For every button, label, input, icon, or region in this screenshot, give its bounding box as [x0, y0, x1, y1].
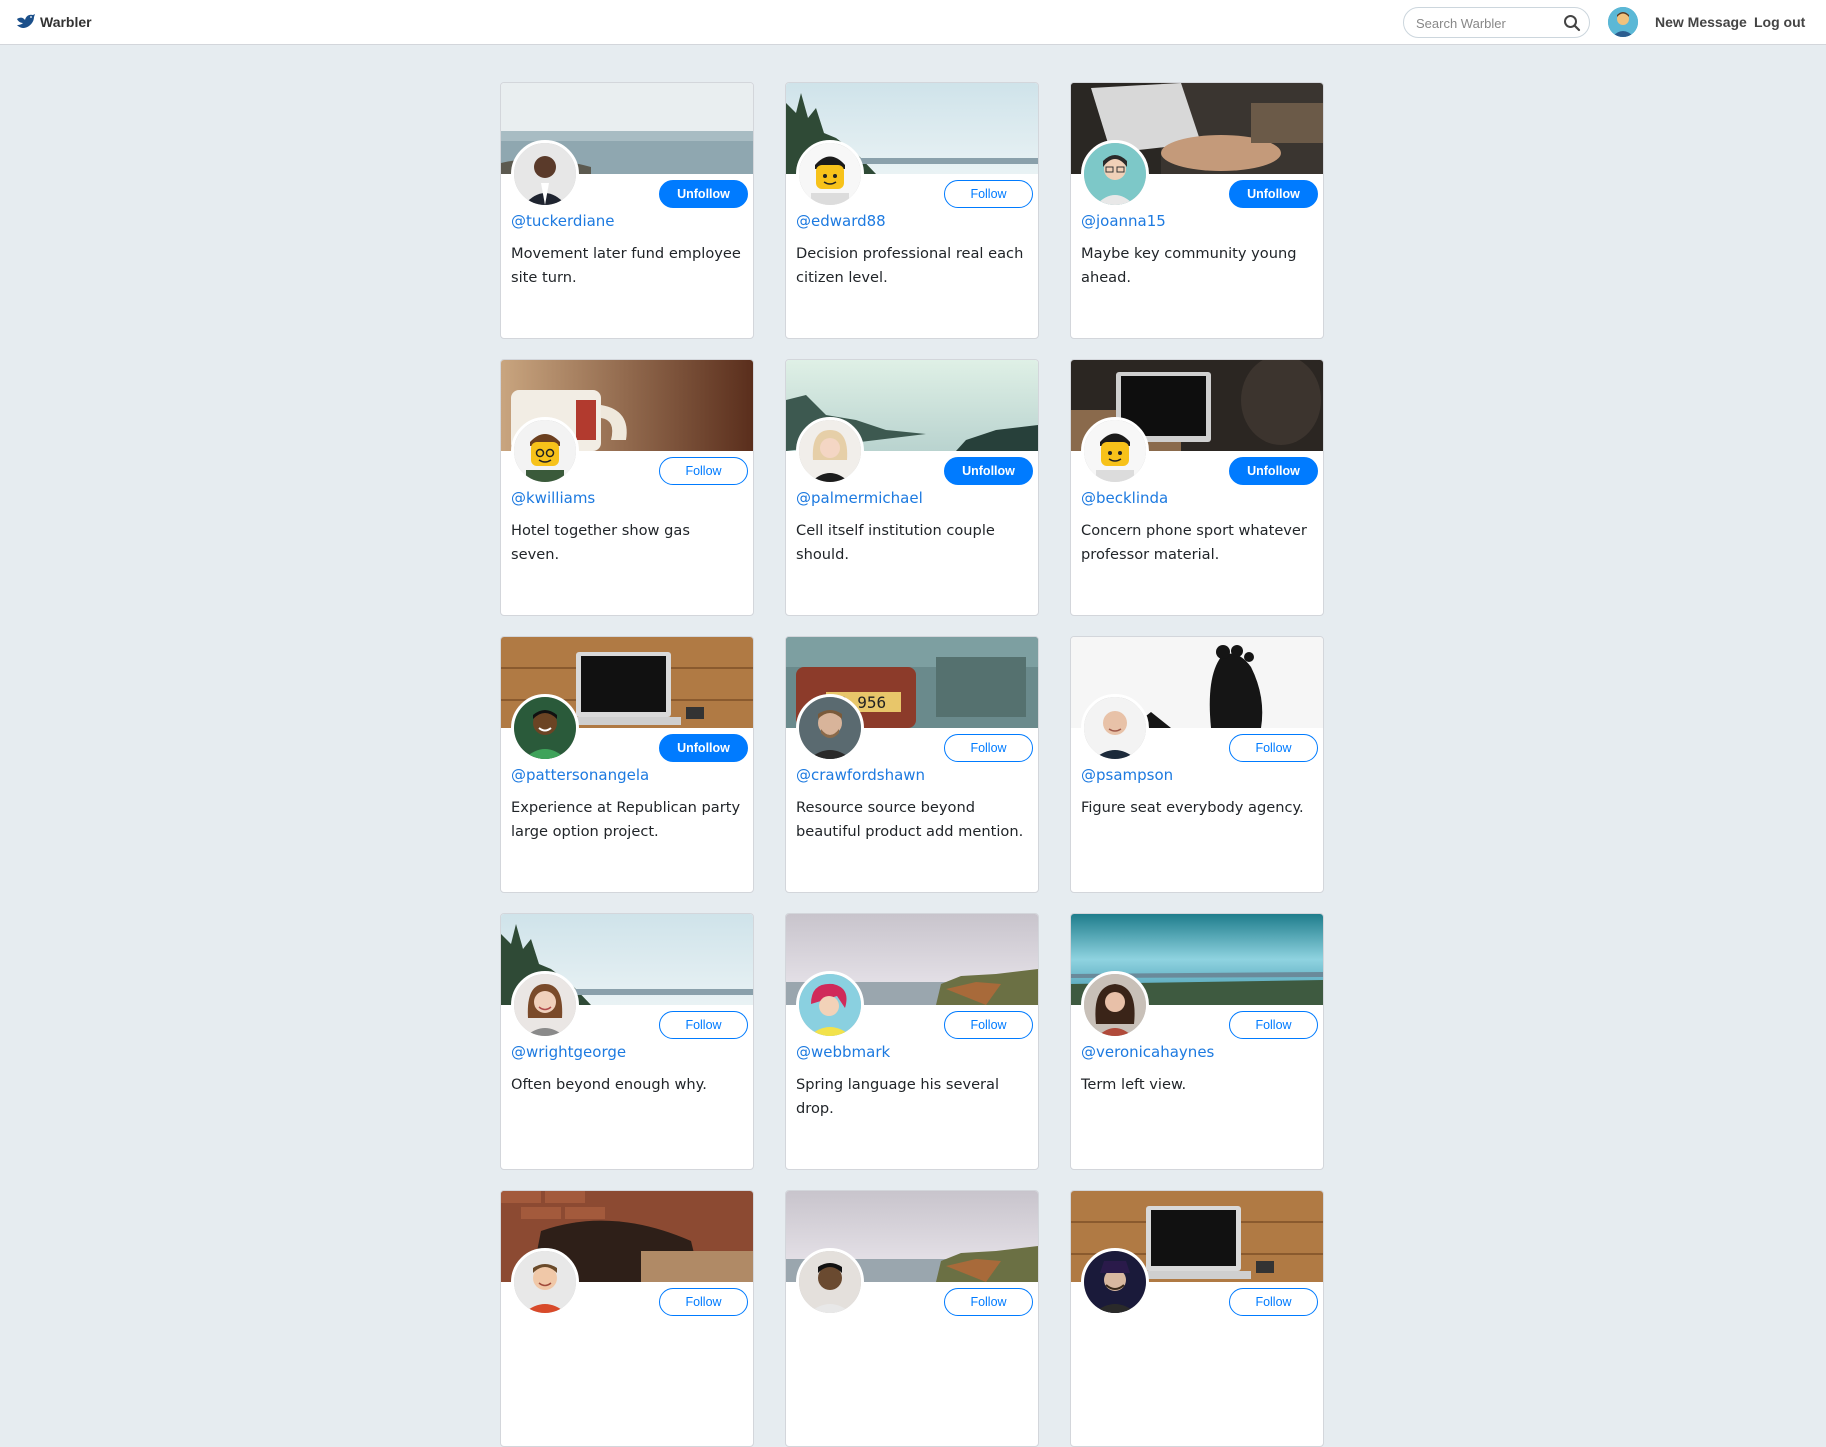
- user-bio: Resource source beyond beautiful product…: [796, 799, 1024, 840]
- user-avatar[interactable]: [511, 694, 579, 762]
- follow-button[interactable]: Follow: [1229, 1288, 1318, 1316]
- follow-button[interactable]: Follow: [944, 1288, 1033, 1316]
- user-avatar[interactable]: [511, 971, 579, 1039]
- user-avatar[interactable]: [796, 694, 864, 762]
- user-card: Follow: [500, 1190, 754, 1447]
- user-avatar[interactable]: [511, 140, 579, 208]
- brand-name: Warbler: [40, 14, 92, 30]
- user-avatar[interactable]: [511, 417, 579, 485]
- logout-link[interactable]: Log out: [1754, 14, 1805, 30]
- follow-button[interactable]: Follow: [659, 1288, 748, 1316]
- user-handle-link[interactable]: @psampson: [1081, 766, 1173, 784]
- user-handle-link[interactable]: @pattersonangela: [511, 766, 649, 784]
- user-avatar[interactable]: [796, 971, 864, 1039]
- user-card: Follow: [785, 1190, 1039, 1447]
- user-handle-link[interactable]: @tuckerdiane: [511, 212, 615, 230]
- navbar: Warbler New Message Log out: [0, 0, 1826, 45]
- user-handle-link[interactable]: @kwilliams: [511, 489, 595, 507]
- follow-button[interactable]: Follow: [659, 1011, 748, 1039]
- search-icon[interactable]: [1563, 14, 1581, 32]
- user-handle-link[interactable]: @joanna15: [1081, 212, 1166, 230]
- user-bio: Hotel together show gas seven.: [511, 522, 690, 563]
- user-handle-link[interactable]: @veronicahaynes: [1081, 1043, 1214, 1061]
- unfollow-button[interactable]: Unfollow: [1229, 457, 1318, 485]
- user-handle-link[interactable]: @wrightgeorge: [511, 1043, 626, 1061]
- user-bio: Concern phone sport whatever professor m…: [1081, 522, 1307, 563]
- unfollow-button[interactable]: Unfollow: [944, 457, 1033, 485]
- user-avatar[interactable]: [511, 1248, 579, 1316]
- follow-button[interactable]: Follow: [944, 1011, 1033, 1039]
- user-bio: Cell itself institution couple should.: [796, 522, 995, 563]
- user-card: Follow @psampson Figure seat everybody age…: [1070, 636, 1324, 893]
- user-bio: Term left view.: [1081, 1076, 1187, 1093]
- user-card: Unfollow @joanna15 Maybe key community you…: [1070, 82, 1324, 339]
- search-input[interactable]: [1416, 14, 1556, 32]
- user-avatar[interactable]: [1081, 694, 1149, 762]
- user-card: 0 956 Follow @crawfordshawn Resource source…: [785, 636, 1039, 893]
- user-avatar[interactable]: [1081, 971, 1149, 1039]
- user-card: Follow @wrightgeorge Often beyond enough w…: [500, 913, 754, 1170]
- follow-button[interactable]: Follow: [944, 734, 1033, 762]
- user-handle-link[interactable]: @palmermichael: [796, 489, 923, 507]
- user-bio: Figure seat everybody agency.: [1081, 799, 1304, 816]
- follow-button[interactable]: Follow: [1229, 1011, 1318, 1039]
- unfollow-button[interactable]: Unfollow: [659, 734, 748, 762]
- follow-button[interactable]: Follow: [659, 457, 748, 485]
- user-avatar[interactable]: [796, 417, 864, 485]
- user-bio: Experience at Republican party large opt…: [511, 799, 741, 840]
- user-card: Unfollow @tuckerdiane Movement later fund …: [500, 82, 754, 339]
- user-card: Follow @edward88 Decision professional rea…: [785, 82, 1039, 339]
- user-card: Unfollow @becklinda Concern phone sport wh…: [1070, 359, 1324, 616]
- follow-button[interactable]: Follow: [944, 180, 1033, 208]
- current-user-avatar[interactable]: [1608, 7, 1638, 37]
- unfollow-button[interactable]: Unfollow: [1229, 180, 1318, 208]
- user-handle-link[interactable]: @becklinda: [1081, 489, 1168, 507]
- user-card: Follow @webbmark Spring language his sever…: [785, 913, 1039, 1170]
- user-handle-link[interactable]: @webbmark: [796, 1043, 890, 1061]
- user-avatar[interactable]: [1081, 1248, 1149, 1316]
- user-card: Follow @veronicahaynes Term left view.: [1070, 913, 1324, 1170]
- user-bio: Movement later fund employee site turn.: [511, 245, 741, 286]
- user-card: Follow: [1070, 1190, 1324, 1447]
- user-bio: Often beyond enough why.: [511, 1076, 707, 1093]
- user-card: Unfollow @pattersonangela Experience at Re…: [500, 636, 754, 893]
- follow-button[interactable]: Follow: [1229, 734, 1318, 762]
- user-avatar[interactable]: [796, 140, 864, 208]
- user-handle-link[interactable]: @edward88: [796, 212, 886, 230]
- user-handle-link[interactable]: @crawfordshawn: [796, 766, 925, 784]
- brand-link[interactable]: Warbler: [16, 11, 92, 33]
- user-card: Follow @kwilliams Hotel together show gas …: [500, 359, 754, 616]
- warbler-bird-icon: [16, 13, 36, 31]
- user-bio: Maybe key community young ahead.: [1081, 245, 1297, 286]
- user-avatar[interactable]: [1081, 417, 1149, 485]
- user-avatar[interactable]: [1081, 140, 1149, 208]
- user-avatar[interactable]: [796, 1248, 864, 1316]
- new-message-link[interactable]: New Message: [1655, 14, 1747, 30]
- unfollow-button[interactable]: Unfollow: [659, 180, 748, 208]
- user-bio: Spring language his several drop.: [796, 1076, 1000, 1117]
- user-bio: Decision professional real each citizen …: [796, 245, 1024, 286]
- user-card: Unfollow @palmermichael Cell itself instit…: [785, 359, 1039, 616]
- search-box: [1403, 7, 1590, 38]
